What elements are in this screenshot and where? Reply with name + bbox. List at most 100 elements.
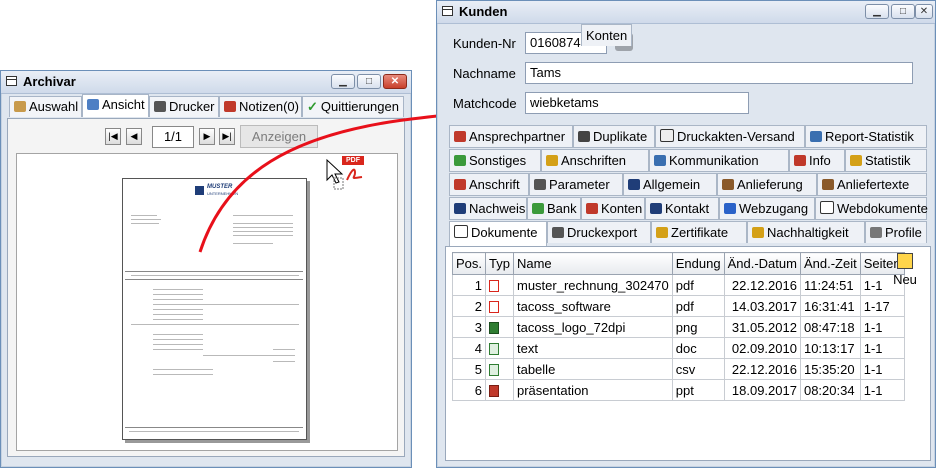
tab-label: Kontakt: [665, 201, 710, 216]
tab-label: Konten: [586, 28, 628, 43]
tab-label: Webdokumente: [837, 201, 928, 216]
cell-pos: 1: [451, 274, 487, 296]
cell-datum: 22.12.2016: [723, 274, 801, 296]
tab-nachhaltigkeit[interactable]: Nachhaltigkeit: [747, 221, 865, 243]
table-row[interactable]: 5 tabelle csv 22.12.2016 15:35:20 1-1: [451, 358, 905, 380]
tab-sonstiges[interactable]: Sonstiges: [449, 149, 541, 171]
contacts-icon: [454, 131, 466, 142]
tab-allgemein[interactable]: Allgemein: [623, 173, 717, 195]
tab-anlieferung[interactable]: Anlieferung: [717, 173, 817, 195]
cell-pos: 3: [451, 316, 487, 338]
cell-zeit: 15:35:20: [799, 358, 861, 380]
table-row[interactable]: 3 tacoss_logo_72dpi png 31.05.2012 08:47…: [451, 316, 905, 338]
cell-seiten: 1-1: [859, 358, 905, 380]
addresses-icon: [546, 155, 558, 166]
cell-zeit: 08:47:18: [799, 316, 861, 338]
cell-datum: 02.09.2010: [723, 337, 801, 359]
documents-table: Pos. Typ Name Endung Änd.-Datum Änd.-Zei…: [451, 252, 905, 401]
pdf-badge: PDF: [342, 156, 364, 165]
tab-label: Bank: [547, 201, 577, 216]
col-name[interactable]: Name: [512, 252, 673, 275]
col-typ[interactable]: Typ: [485, 252, 514, 275]
tab-anschrift[interactable]: Anschrift: [449, 173, 529, 195]
cell-name: muster_rechnung_302470: [512, 274, 673, 296]
cell-datum: 18.09.2017: [723, 379, 801, 401]
maximize-button[interactable]: □: [891, 4, 915, 19]
cell-name: tacoss_logo_72dpi: [512, 316, 673, 338]
cell-name: text: [512, 337, 673, 359]
tab-label: Profile: [885, 225, 922, 240]
tab-label: Konten: [601, 201, 643, 216]
tab-ansprechpartner[interactable]: Ansprechpartner: [449, 125, 573, 147]
tab-nachweis[interactable]: Nachweis: [449, 197, 527, 219]
tab-duplikate[interactable]: Duplikate: [573, 125, 655, 147]
tab-webzugang[interactable]: Webzugang: [719, 197, 815, 219]
certificate-icon: [656, 227, 668, 238]
minimize-button[interactable]: ▁: [865, 4, 889, 19]
tab-label: Ansprechpartner: [469, 129, 566, 144]
cell-zeit: 08:20:34: [799, 379, 861, 401]
cell-name: präsentation: [512, 379, 673, 401]
print-export-icon: [552, 227, 564, 238]
kunden-titlebar[interactable]: Kunden ▁ □ ✕: [437, 1, 935, 24]
tab-label: Zertifikate: [671, 225, 729, 240]
table-row[interactable]: 1 muster_rechnung_302470 pdf 22.12.2016 …: [451, 274, 905, 296]
tab-konten[interactable]: Konten: [581, 197, 645, 219]
tab-bank[interactable]: Bank: [527, 197, 581, 219]
tab-anliefertexte[interactable]: Anliefertexte: [817, 173, 927, 195]
cell-name: tacoss_software: [512, 295, 673, 317]
tab-statistik[interactable]: Statistik: [845, 149, 927, 171]
cell-endung: pdf: [671, 274, 725, 296]
duplicate-icon: [578, 131, 590, 142]
info-icon: [794, 155, 806, 166]
cell-zeit: 10:13:17: [799, 337, 861, 359]
tab-info[interactable]: Info: [789, 149, 845, 171]
cell-typ: [485, 316, 514, 338]
neu-button[interactable]: Neu: [890, 251, 920, 291]
nachname-field[interactable]: Tams: [525, 62, 913, 84]
tab-label: Anschrift: [469, 177, 520, 192]
accounts-icon: Konten: [581, 24, 633, 46]
tab-report-statistik[interactable]: Report-Statistik: [805, 125, 927, 147]
matchcode-field[interactable]: wiebketams: [525, 92, 749, 114]
cell-pos: 4: [451, 337, 487, 359]
tab-label: Parameter: [549, 177, 610, 192]
address-icon: [454, 179, 466, 190]
cell-datum: 22.12.2016: [723, 358, 801, 380]
tab-druckexport[interactable]: Druckexport: [547, 221, 651, 243]
tab-dokumente[interactable]: Dokumente: [449, 221, 547, 246]
table-row[interactable]: 6 präsentation ppt 18.09.2017 08:20:34 1…: [451, 379, 905, 401]
tab-kommunikation[interactable]: Kommunikation: [649, 149, 789, 171]
col-pos[interactable]: Pos.: [451, 252, 487, 275]
delivery-text-icon: [822, 179, 834, 190]
tab-label: Webzugang: [739, 201, 809, 216]
new-document-icon: [897, 253, 913, 269]
tab-zertifikate[interactable]: Zertifikate: [651, 221, 747, 243]
image-file-icon: [489, 321, 500, 334]
tab-label: Nachweis: [469, 201, 526, 216]
cell-pos: 5: [451, 358, 487, 380]
contact-icon: [650, 203, 662, 214]
proof-icon: [454, 203, 466, 214]
col-aend-datum[interactable]: Änd.-Datum: [723, 252, 801, 275]
tab-anschriften[interactable]: Anschriften: [541, 149, 649, 171]
general-icon: [628, 179, 640, 190]
col-endung[interactable]: Endung: [671, 252, 725, 275]
kunden-window: Kunden ▁ □ ✕ Kunden-Nr 0160874 Nachname …: [436, 0, 936, 468]
table-row[interactable]: 4 text doc 02.09.2010 10:13:17 1-1: [451, 337, 905, 359]
csv-file-icon: [489, 363, 500, 376]
tab-profile[interactable]: Profile: [865, 221, 927, 243]
document-icon: [660, 129, 674, 142]
cell-endung: csv: [671, 358, 725, 380]
cell-endung: ppt: [671, 379, 725, 401]
parameter-icon: [534, 179, 546, 190]
close-button[interactable]: ✕: [915, 4, 933, 19]
table-row[interactable]: 2 tacoss_software pdf 14.03.2017 16:31:4…: [451, 295, 905, 317]
col-aend-zeit[interactable]: Änd.-Zeit: [799, 252, 861, 275]
tab-druckakten-versand[interactable]: Druckakten-Versand: [655, 125, 805, 147]
tab-webdokumente[interactable]: Webdokumente: [815, 197, 928, 219]
dokumente-panel: Pos. Typ Name Endung Änd.-Datum Änd.-Zei…: [445, 246, 931, 461]
tab-label: Anliefertexte: [837, 177, 910, 192]
tab-kontakt[interactable]: Kontakt: [645, 197, 719, 219]
tab-parameter[interactable]: Parameter: [529, 173, 623, 195]
